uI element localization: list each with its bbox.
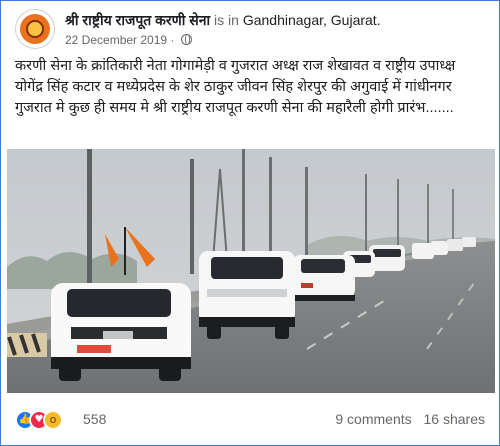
post-meta: 22 December 2019 ·	[65, 33, 192, 47]
is-in-label: is in	[214, 12, 239, 28]
post-footer: 👍 ♥ o 558 9 comments 16 shares	[15, 406, 487, 436]
post-date[interactable]: 22 December 2019	[65, 33, 167, 47]
comments-count[interactable]: 9 comments	[335, 411, 411, 427]
post-header: श्री राष्ट्रीय राजपूत करणी सेना is in Ga…	[15, 9, 485, 53]
location-link[interactable]: Gandhinagar, Gujarat.	[243, 12, 381, 28]
shares-count[interactable]: 16 shares	[424, 411, 485, 427]
post-title-line: श्री राष्ट्रीय राजपूत करणी सेना is in Ga…	[65, 11, 381, 30]
reaction-count[interactable]: 558	[83, 411, 106, 427]
wow-icon: o	[43, 410, 63, 430]
post-photo[interactable]	[7, 149, 495, 393]
post-card: श्री राष्ट्रीय राजपूत करणी सेना is in Ga…	[0, 0, 500, 446]
convoy-photo	[7, 149, 495, 393]
post-text: करणी सेना के क्रांतिकारी नेता गोगामेड़ी …	[15, 58, 456, 116]
avatar-emblem-center	[26, 20, 44, 38]
page-name-link[interactable]: श्री राष्ट्रीय राजपूत करणी सेना	[65, 12, 210, 28]
post-stats: 9 comments 16 shares	[335, 411, 485, 427]
page-avatar[interactable]	[15, 9, 55, 49]
meta-separator: ·	[170, 33, 175, 47]
globe-icon	[180, 34, 192, 45]
